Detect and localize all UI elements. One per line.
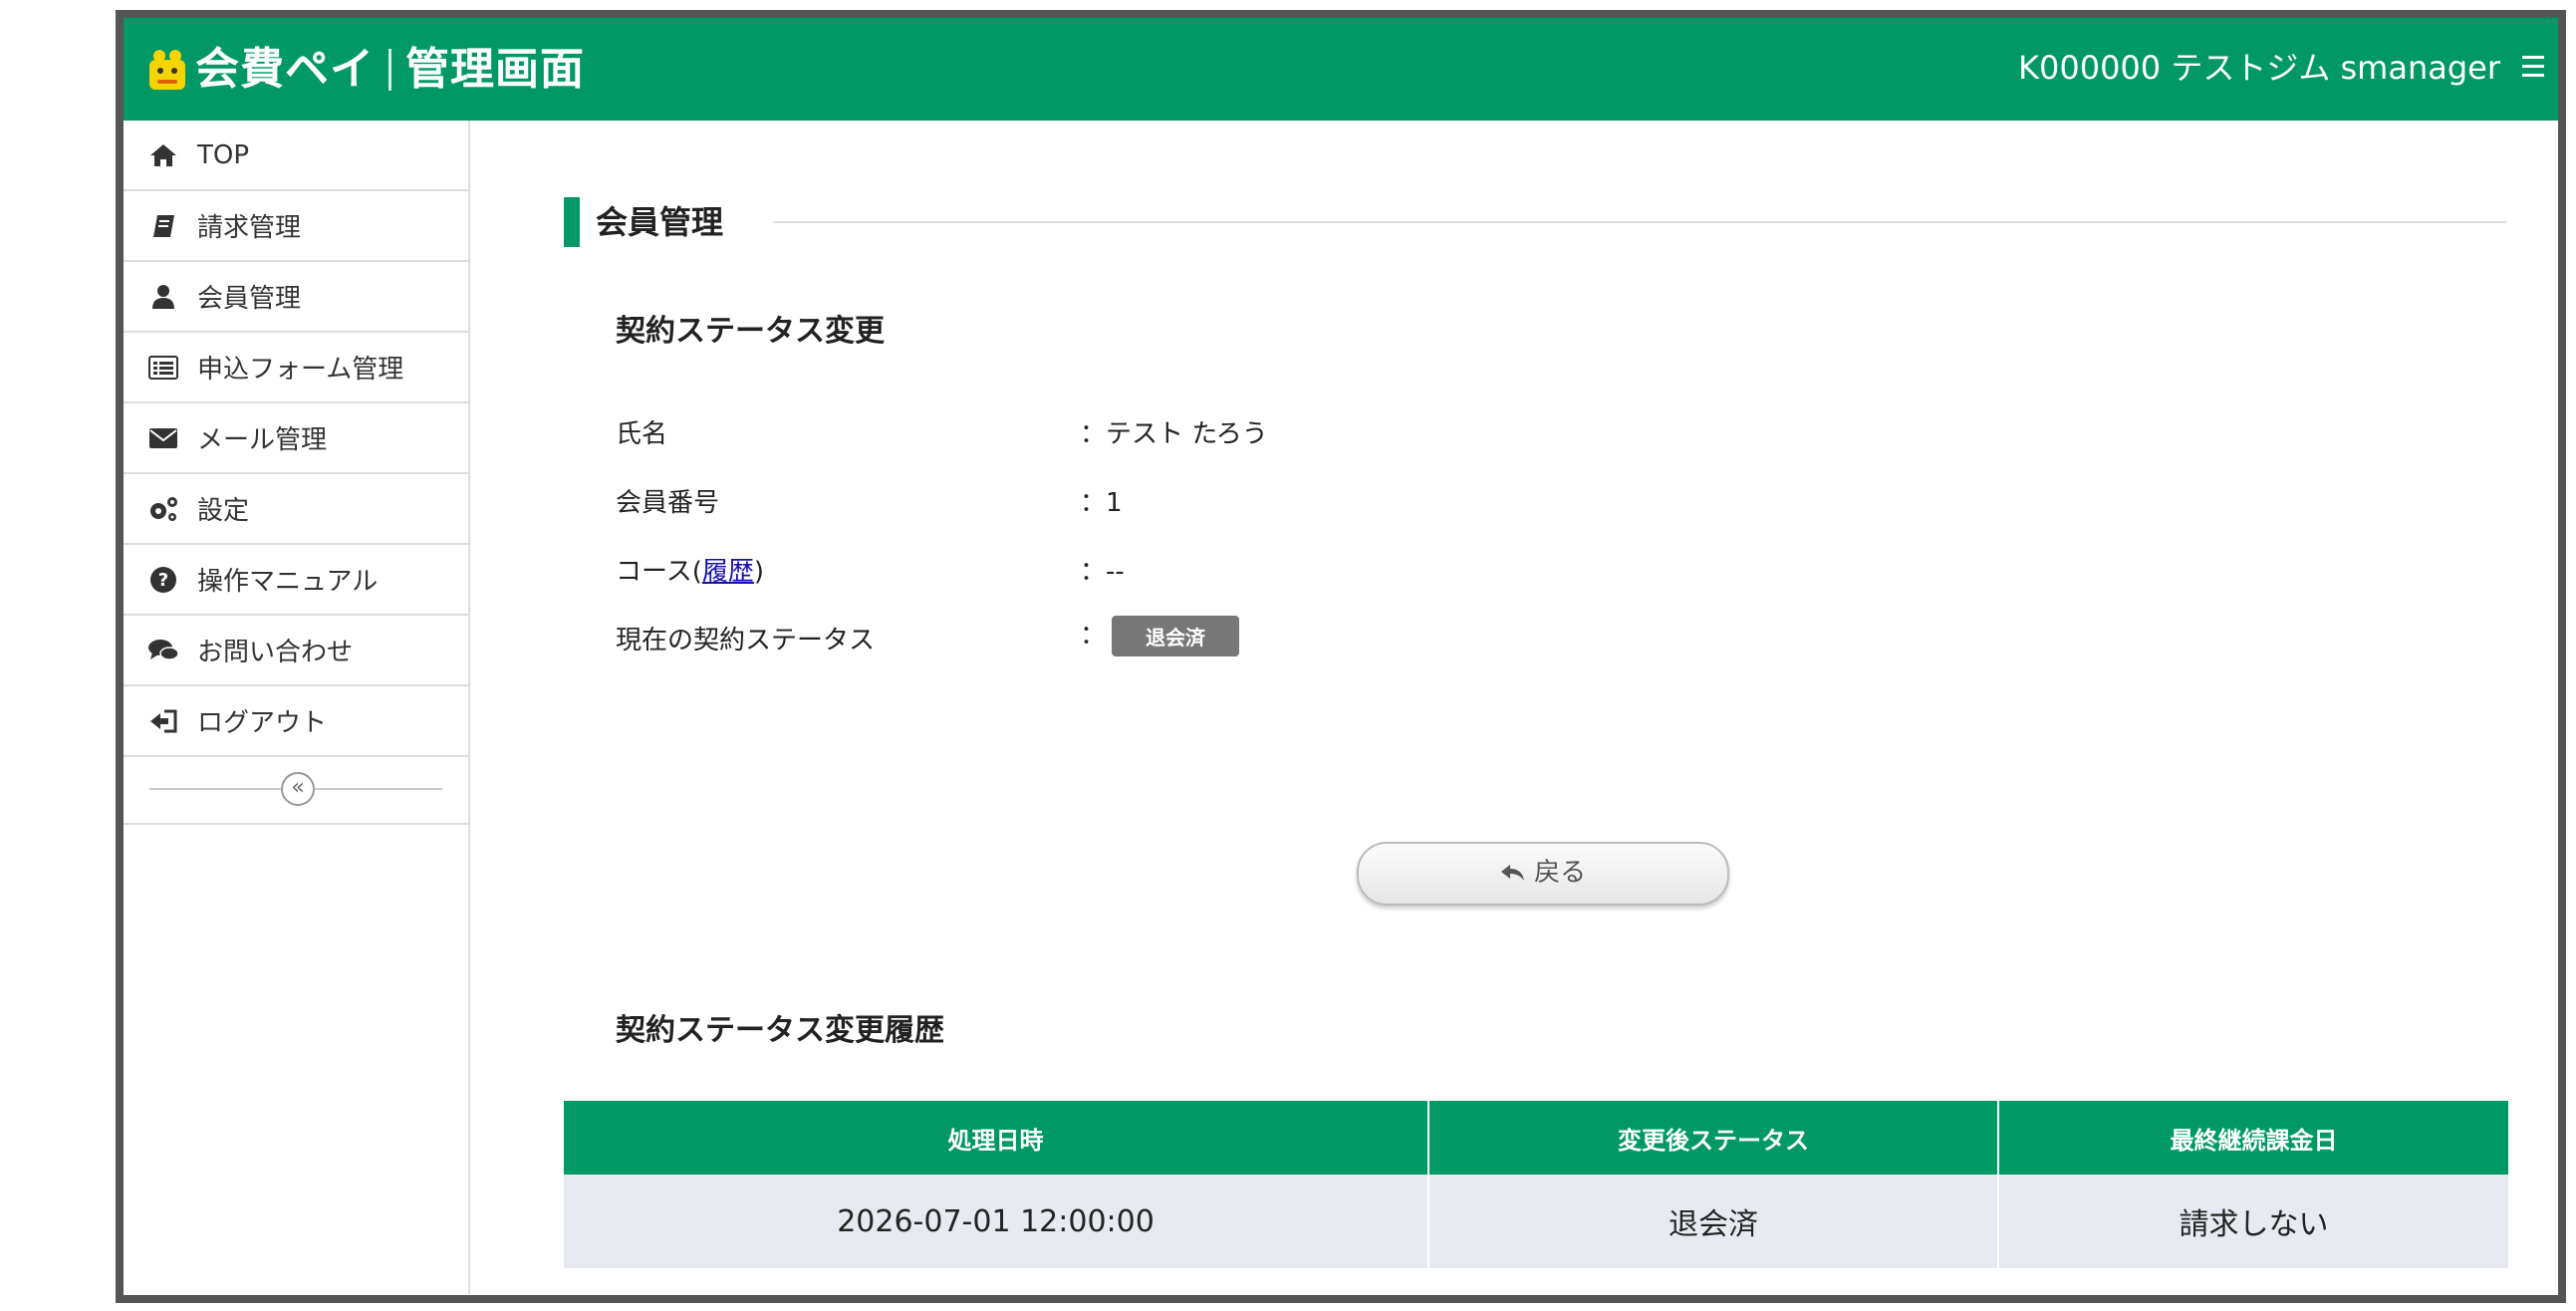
svg-text:?: ? xyxy=(158,570,168,591)
sidebar-item-billing[interactable]: 請求管理 xyxy=(124,191,468,262)
comments-icon xyxy=(145,636,181,665)
sidebar-item-label: 請求管理 xyxy=(197,213,302,243)
course-label-close: ) xyxy=(753,557,765,587)
sidebar-collapse-row: « xyxy=(124,757,468,825)
sidebar-item-label: 操作マニュアル xyxy=(197,567,379,597)
back-button[interactable]: 戻る xyxy=(1357,842,1729,906)
hamburger-menu-icon[interactable] xyxy=(2516,46,2550,90)
logo-subtitle: 管理画面 xyxy=(405,44,585,95)
sidebar-item-forms[interactable]: 申込フォーム管理 xyxy=(124,333,468,403)
sidebar-item-label: TOP xyxy=(197,139,250,170)
envelope-icon xyxy=(145,423,181,453)
list-icon xyxy=(145,353,181,383)
column-header-last-billing-date: 最終継続課金日 xyxy=(1998,1101,2508,1175)
mascot-logo-icon xyxy=(149,50,185,90)
member-number-label: 会員番号 xyxy=(616,488,720,518)
collapse-sidebar-icon[interactable]: « xyxy=(281,772,315,806)
name-label: 氏名 xyxy=(616,419,668,449)
logo-text: 会費ペイ xyxy=(195,44,375,95)
book-icon xyxy=(145,211,181,241)
section-rule xyxy=(773,221,2506,223)
course-label: コース(履歴) xyxy=(616,551,764,588)
reply-arrow-icon xyxy=(1500,858,1526,888)
sidebar-item-mail[interactable]: メール管理 xyxy=(124,403,468,474)
home-icon xyxy=(145,140,181,170)
course-label-text: コース( xyxy=(616,557,702,587)
status-badge: 退会済 xyxy=(1112,616,1240,656)
gears-icon xyxy=(145,494,181,524)
sidebar-item-label: お問い合わせ xyxy=(197,638,354,667)
status-colon: ： xyxy=(1080,621,1107,651)
sidebar-item-label: メール管理 xyxy=(197,425,328,455)
column-header-processed-at: 処理日時 xyxy=(564,1101,1429,1175)
user-account-info[interactable]: K000000 テストジム smanager xyxy=(2018,46,2500,90)
course-value: ：-- xyxy=(1080,557,1125,587)
table-cell: 2026-07-01 12:00:00 xyxy=(564,1175,1429,1268)
section-header: 会員管理 xyxy=(564,197,2506,247)
top-header: 会費ペイ 管理画面 K000000 テストジム smanager xyxy=(124,18,2558,121)
sidebar-item-label: 会員管理 xyxy=(197,284,302,314)
column-header-new-status: 変更後ステータス xyxy=(1428,1101,1999,1175)
sidebar-item-label: ログアウト xyxy=(197,708,328,738)
table-cell: 退会済 xyxy=(1428,1175,1999,1268)
page-title: 会員管理 xyxy=(596,201,744,243)
status-history-table: 処理日時 変更後ステータス 最終継続課金日 2026-07-01 12:00:0… xyxy=(564,1101,2508,1268)
member-number-value: ：1 xyxy=(1080,488,1123,518)
sidebar-item-top[interactable]: TOP xyxy=(124,121,468,191)
sidebar-item-label: 設定 xyxy=(197,496,250,526)
sidebar-item-settings[interactable]: 設定 xyxy=(124,474,468,545)
sidebar-item-manual[interactable]: ? 操作マニュアル xyxy=(124,545,468,616)
course-history-link[interactable]: 履歴 xyxy=(702,557,754,587)
user-icon xyxy=(145,282,181,312)
form-heading: 契約ステータス変更 xyxy=(616,314,885,349)
app-logo[interactable]: 会費ペイ 管理画面 xyxy=(145,40,585,100)
app-window: 会費ペイ 管理画面 K000000 テストジム smanager TOP 請求管… xyxy=(116,10,2566,1303)
name-value: ：テスト たろう xyxy=(1080,419,1268,449)
sidebar: TOP 請求管理 会員管理 申込フォーム管理 メール管理 設定 ? 操作マニュア… xyxy=(124,121,470,1295)
section-accent-bar xyxy=(564,197,580,247)
table-cell: 請求しない xyxy=(1998,1175,2508,1268)
sidebar-item-label: 申込フォーム管理 xyxy=(197,355,404,385)
sign-out-icon xyxy=(145,706,181,736)
sidebar-item-logout[interactable]: ログアウト xyxy=(124,686,468,757)
table-row: 2026-07-01 12:00:00 退会済 請求しない xyxy=(564,1175,2508,1268)
main-content: 会員管理 契約ステータス変更 氏名 ：テスト たろう 会員番号 ：1 コース(履… xyxy=(470,121,2558,1295)
contract-status-value: ：退会済 xyxy=(1080,615,1240,656)
history-heading: 契約ステータス変更履歴 xyxy=(616,1013,944,1048)
question-circle-icon: ? xyxy=(145,565,181,595)
sidebar-item-members[interactable]: 会員管理 xyxy=(124,262,468,333)
table-header-row: 処理日時 変更後ステータス 最終継続課金日 xyxy=(564,1101,2508,1175)
contract-status-label: 現在の契約ステータス xyxy=(616,626,876,656)
sidebar-item-contact[interactable]: お問い合わせ xyxy=(124,616,468,686)
logo-divider xyxy=(388,49,391,91)
back-button-label: 戻る xyxy=(1534,858,1587,888)
